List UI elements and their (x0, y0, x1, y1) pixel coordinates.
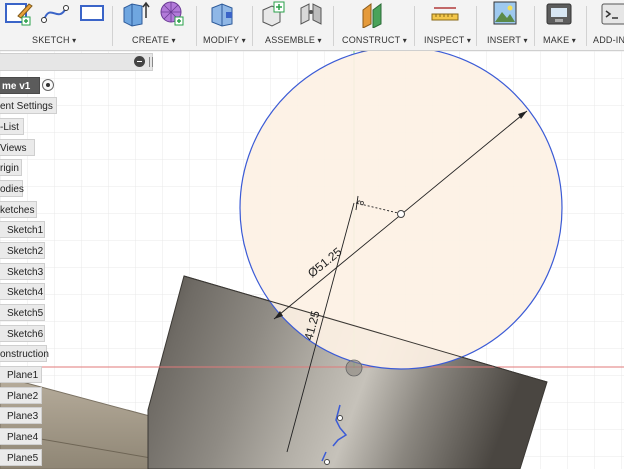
tree-node-document-settings[interactable]: ent Settings (0, 97, 57, 114)
tree-node-sketch2[interactable]: Sketch2 (0, 242, 45, 259)
tree-node-bodies[interactable]: odies (0, 180, 24, 197)
insert-menu[interactable]: INSERT (487, 35, 528, 45)
tree-node-plane1[interactable]: Plane1 (0, 366, 42, 383)
press-pull-icon[interactable] (208, 0, 238, 28)
sketch-fragment-point-1 (337, 415, 343, 421)
tree-node-sketch6[interactable]: Sketch6 (0, 325, 45, 342)
tree-node-sketch1[interactable]: Sketch1 (0, 221, 45, 238)
tree-node-plane2[interactable]: Plane2 (0, 387, 42, 404)
browser-panel: me v1 ent Settings -List Views rigin odi… (0, 51, 155, 469)
rectangle-icon[interactable] (78, 0, 108, 28)
spline-icon[interactable] (40, 0, 70, 28)
create-menu[interactable]: CREATE (132, 35, 176, 45)
construct-menu[interactable]: CONSTRUCT (342, 35, 407, 45)
circle-center-point[interactable] (397, 210, 405, 218)
tree-node-named-views[interactable]: Views (0, 139, 35, 156)
separator (586, 6, 587, 46)
inspect-menu[interactable]: INSPECT (424, 35, 471, 45)
3d-print-icon[interactable] (544, 0, 574, 28)
collapse-browser-icon[interactable] (134, 56, 145, 67)
sketch-menu[interactable]: SKETCH (32, 35, 76, 45)
separator (534, 6, 535, 46)
toolbar: SKETCH CREATE MODIFY ASSEMBLE CONSTRUCT … (0, 0, 624, 51)
activate-radio-icon[interactable] (42, 79, 54, 91)
tree-node-plane3[interactable]: Plane3 (0, 407, 42, 424)
separator (333, 6, 334, 46)
tree-node-sketches[interactable]: ketches (0, 201, 37, 218)
tree-node-construction[interactable]: onstruction (0, 345, 49, 362)
tree-node-plane4[interactable]: Plane4 (0, 428, 42, 445)
tree-node-sketch5[interactable]: Sketch5 (0, 304, 45, 321)
separator (196, 6, 197, 46)
browser-header (0, 53, 153, 71)
separator (476, 6, 477, 46)
make-menu[interactable]: MAKE (543, 35, 576, 45)
new-component-icon[interactable] (260, 0, 290, 28)
separator (414, 6, 415, 46)
form-icon[interactable] (157, 0, 187, 28)
joint-icon[interactable] (297, 0, 327, 28)
scripts-icon[interactable] (600, 0, 624, 28)
create-sketch-icon[interactable] (4, 0, 34, 28)
panel-grip-icon[interactable] (149, 57, 153, 67)
root-component-node[interactable]: me v1 (0, 77, 40, 94)
tree-node-sketch4[interactable]: Sketch4 (0, 283, 45, 300)
extrude-icon[interactable] (120, 0, 150, 28)
assemble-menu[interactable]: ASSEMBLE (265, 35, 322, 45)
add-ins-menu[interactable]: ADD-IN (593, 35, 624, 45)
insert-canvas-icon[interactable] (491, 0, 521, 28)
separator (112, 6, 113, 46)
tree-node-plane5[interactable]: Plane5 (0, 449, 42, 466)
measure-icon[interactable] (430, 0, 460, 28)
tree-node-origin[interactable]: rigin (0, 159, 22, 176)
tree-node-sketch3[interactable]: Sketch3 (0, 263, 45, 280)
origin-point[interactable] (345, 359, 363, 377)
sketch-fragment-point-2 (324, 459, 330, 465)
modify-menu[interactable]: MODIFY (203, 35, 246, 45)
separator (252, 6, 253, 46)
tree-node-named-views-list[interactable]: -List (0, 118, 24, 135)
offset-plane-icon[interactable] (359, 0, 389, 28)
